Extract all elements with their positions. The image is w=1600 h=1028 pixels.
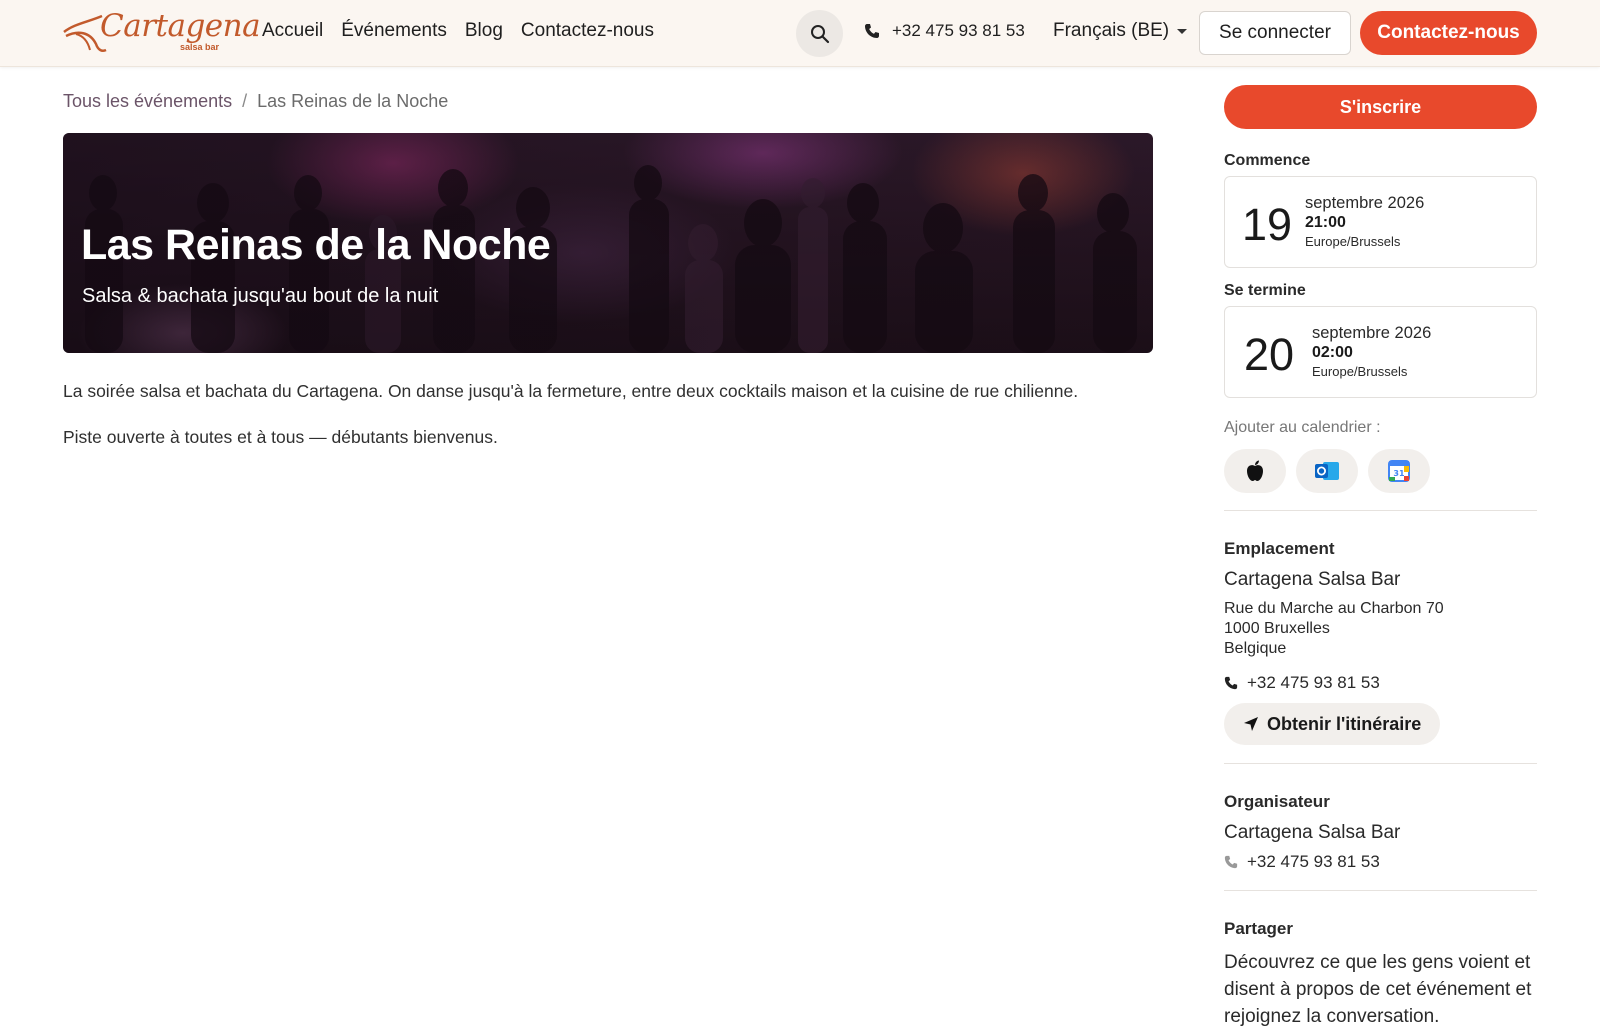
end-day: 20 bbox=[1244, 329, 1295, 380]
outlook-icon bbox=[1315, 462, 1339, 480]
phone-icon bbox=[1224, 855, 1238, 869]
event-sidebar: S'inscrire Commence 19 septembre 2026 21… bbox=[1224, 85, 1537, 1028]
venue-country: Belgique bbox=[1224, 640, 1287, 657]
venue-street: Rue du Marche au Charbon 70 bbox=[1224, 600, 1444, 617]
divider bbox=[1224, 890, 1537, 891]
event-description: La soirée salsa et bachata du Cartagena.… bbox=[63, 381, 1163, 473]
get-directions-label: Obtenir l'itinéraire bbox=[1267, 713, 1422, 734]
start-date-card: 19 septembre 2026 21:00 Europe/Brussels bbox=[1224, 176, 1537, 268]
phone-icon bbox=[865, 24, 879, 38]
start-day: 19 bbox=[1242, 199, 1293, 250]
brand-tagline: salsa bar bbox=[180, 42, 220, 52]
venue-name: Cartagena Salsa Bar bbox=[1224, 569, 1401, 590]
nav-item-contact[interactable]: Contactez-nous bbox=[521, 20, 654, 42]
calendar-buttons: 31 bbox=[1224, 449, 1537, 493]
get-directions-button[interactable]: Obtenir l'itinéraire bbox=[1224, 703, 1441, 745]
end-timezone: Europe/Brussels bbox=[1312, 364, 1408, 379]
navigation-arrow-icon bbox=[1244, 717, 1258, 731]
breadcrumb-all-events[interactable]: Tous les événements bbox=[63, 91, 232, 112]
organizer-name: Cartagena Salsa Bar bbox=[1224, 822, 1401, 843]
breadcrumb: Tous les événements / Las Reinas de la N… bbox=[63, 91, 448, 112]
venue-phone-link[interactable]: +32 475 93 81 53 bbox=[1224, 673, 1537, 693]
top-navbar: Cartagena salsa bar Accueil Événements B… bbox=[0, 0, 1600, 67]
google-calendar-icon: 31 bbox=[1388, 460, 1410, 482]
phone-icon bbox=[1224, 676, 1238, 690]
divider bbox=[1224, 510, 1537, 511]
organizer-heading: Organisateur bbox=[1224, 792, 1330, 811]
search-icon bbox=[810, 24, 829, 43]
nav-item-blog[interactable]: Blog bbox=[465, 20, 503, 42]
nav-item-evenements[interactable]: Événements bbox=[341, 20, 447, 42]
event-title: Las Reinas de la Noche bbox=[81, 221, 551, 269]
brand-name: Cartagena bbox=[100, 8, 261, 44]
event-subtitle: Salsa & bachata jusqu'au bout de la nuit bbox=[82, 285, 439, 307]
start-month-year: septembre 2026 bbox=[1305, 194, 1425, 212]
end-date-info: septembre 2026 02:00 Europe/Brussels bbox=[1312, 323, 1431, 381]
main-nav: Accueil Événements Blog Contactez-nous bbox=[262, 20, 654, 42]
end-label: Se termine bbox=[1224, 282, 1306, 299]
search-button[interactable] bbox=[796, 10, 843, 57]
svg-text:31: 31 bbox=[1393, 469, 1405, 478]
description-paragraph: Piste ouverte à toutes et à tous — début… bbox=[63, 427, 498, 447]
end-date-card: 20 septembre 2026 02:00 Europe/Brussels bbox=[1224, 306, 1537, 398]
organizer-phone-number: +32 475 93 81 53 bbox=[1247, 852, 1380, 871]
start-label: Commence bbox=[1224, 152, 1311, 169]
caret-down-icon bbox=[1177, 28, 1188, 34]
header-phone-link[interactable]: +32 475 93 81 53 bbox=[864, 21, 1025, 41]
share-text: Découvrez ce que les gens voient et dise… bbox=[1224, 952, 1532, 1027]
description-paragraph: La soirée salsa et bachata du Cartagena.… bbox=[63, 381, 1079, 401]
contact-button[interactable]: Contactez-nous bbox=[1360, 11, 1537, 55]
divider bbox=[1224, 763, 1537, 764]
apple-icon bbox=[1247, 460, 1263, 481]
end-time: 02:00 bbox=[1312, 344, 1353, 361]
event-hero-banner: Las Reinas de la Noche Salsa & bachata j… bbox=[63, 133, 1153, 353]
language-label: Français (BE) bbox=[1053, 20, 1170, 41]
venue-city: 1000 Bruxelles bbox=[1224, 620, 1330, 637]
outlook-calendar-button[interactable] bbox=[1296, 449, 1358, 493]
organizer-phone-link[interactable]: +32 475 93 81 53 bbox=[1224, 852, 1537, 872]
add-to-calendar-label: Ajouter au calendrier : bbox=[1224, 419, 1381, 436]
location-heading: Emplacement bbox=[1224, 539, 1335, 558]
end-month-year: septembre 2026 bbox=[1312, 324, 1432, 342]
header-phone-number: +32 475 93 81 53 bbox=[892, 21, 1025, 40]
brand-logo[interactable]: Cartagena salsa bar bbox=[62, 6, 261, 56]
apple-calendar-button[interactable] bbox=[1224, 449, 1286, 493]
breadcrumb-current: Las Reinas de la Noche bbox=[257, 91, 449, 111]
share-heading: Partager bbox=[1224, 919, 1293, 938]
start-date-info: septembre 2026 21:00 Europe/Brussels bbox=[1305, 193, 1424, 251]
start-timezone: Europe/Brussels bbox=[1305, 234, 1401, 249]
venue-phone-number: +32 475 93 81 53 bbox=[1247, 673, 1380, 692]
login-button[interactable]: Se connecter bbox=[1199, 11, 1351, 55]
google-calendar-button[interactable]: 31 bbox=[1368, 449, 1430, 493]
nav-item-accueil[interactable]: Accueil bbox=[262, 20, 323, 42]
language-selector[interactable]: Français (BE) bbox=[1053, 20, 1188, 42]
register-button[interactable]: S'inscrire bbox=[1224, 85, 1537, 129]
breadcrumb-separator: / bbox=[242, 91, 248, 111]
start-time: 21:00 bbox=[1305, 214, 1346, 231]
